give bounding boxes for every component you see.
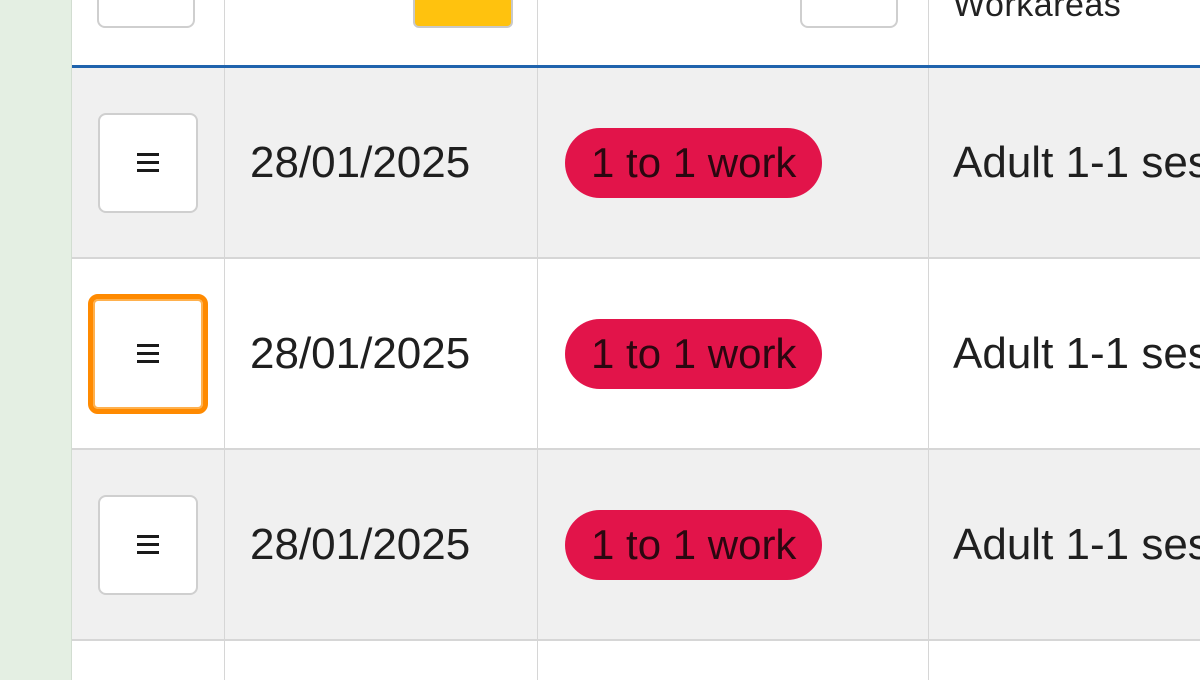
row-actions-cell — [72, 450, 225, 639]
header-cell-type — [538, 0, 929, 65]
sidebar-strip — [0, 0, 72, 680]
type-tag: 1 to 1 work — [565, 127, 823, 198]
header-cell-date — [225, 0, 538, 65]
row-description: Adult 1-1 session — [953, 328, 1200, 378]
header-flag-button[interactable] — [413, 0, 513, 28]
menu-icon — [137, 535, 159, 554]
row-type-cell: 1 to 1 work — [538, 450, 929, 639]
records-table: Workareas 28/01/2025 1 to 1 work Adult 1… — [72, 0, 1200, 680]
row-menu-button[interactable] — [98, 494, 198, 595]
row-description: Adult 1-1 session — [953, 519, 1200, 569]
table-row: 28/01/2025 1 to 1 work Adult 1-1 session — [72, 68, 1200, 259]
row-description: Adult 1-1 session — [953, 137, 1200, 187]
type-tag: 1 to 1 work — [565, 509, 823, 580]
header-cell-actions — [72, 0, 225, 65]
row-description-cell: Adult 1-1 session — [929, 259, 1200, 448]
menu-icon — [137, 153, 159, 172]
row-actions-cell — [72, 68, 225, 257]
table-row-partial — [72, 641, 1200, 680]
row-date: 28/01/2025 — [250, 328, 471, 378]
row-actions-cell — [72, 641, 225, 680]
row-description-cell: Adult 1-1 session — [929, 68, 1200, 257]
row-type-cell: 1 to 1 work — [538, 68, 929, 257]
row-menu-button[interactable] — [98, 112, 198, 213]
row-type-cell — [538, 641, 929, 680]
row-actions-cell — [72, 259, 225, 448]
table-header-row: Workareas — [72, 0, 1200, 68]
table-row: 28/01/2025 1 to 1 work Adult 1-1 session — [72, 259, 1200, 450]
menu-icon — [137, 344, 159, 363]
row-date-cell: 28/01/2025 — [225, 259, 538, 448]
row-date-cell: 28/01/2025 — [225, 68, 538, 257]
row-date-cell — [225, 641, 538, 680]
row-type-cell: 1 to 1 work — [538, 259, 929, 448]
header-cell-workareas: Workareas — [929, 0, 1200, 65]
row-menu-button-focused[interactable] — [88, 293, 208, 414]
type-tag: 1 to 1 work — [565, 318, 823, 389]
table-row: 28/01/2025 1 to 1 work Adult 1-1 session — [72, 450, 1200, 641]
header-filter-box[interactable] — [800, 0, 898, 28]
header-select-box[interactable] — [97, 0, 195, 28]
row-description-cell: Adult 1-1 session — [929, 450, 1200, 639]
row-description-cell — [929, 641, 1200, 680]
row-date-cell: 28/01/2025 — [225, 450, 538, 639]
row-date: 28/01/2025 — [250, 519, 471, 569]
row-date: 28/01/2025 — [250, 137, 471, 187]
workareas-heading: Workareas — [953, 0, 1122, 24]
